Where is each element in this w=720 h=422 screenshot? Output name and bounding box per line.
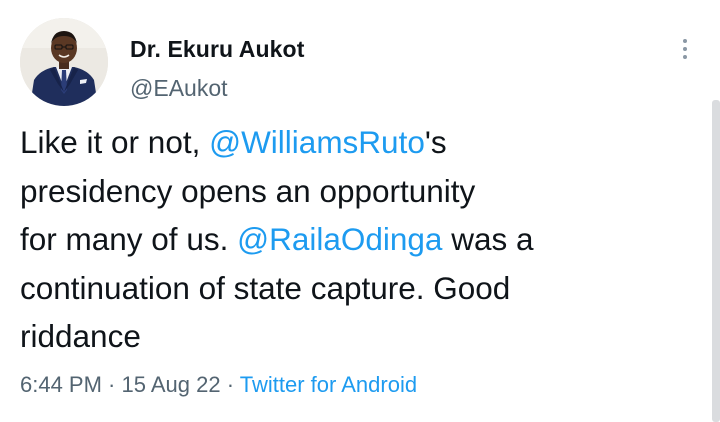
scrollbar[interactable] (712, 100, 720, 422)
mention-link[interactable]: @RailaOdinga (237, 221, 442, 257)
more-options-button[interactable] (672, 34, 698, 64)
author-handle[interactable]: @EAukot (130, 75, 228, 102)
tweet-line: Like it or not, @WilliamsRuto's (20, 124, 447, 160)
tweet-line: riddance (20, 318, 141, 355)
tweet-card: Dr. Ekuru Aukot @EAukot Like it or not, … (0, 0, 720, 422)
meta-separator: · (101, 372, 122, 397)
tweet-text: Like it or not, @WilliamsRuto's presiden… (20, 118, 690, 361)
author-name[interactable]: Dr. Ekuru Aukot (130, 36, 304, 63)
tweet-line: continuation of state capture. Good (20, 269, 511, 306)
tweet-line: presidency opens an opportunity (20, 172, 476, 209)
tweet-time[interactable]: 6:44 PM (20, 372, 102, 397)
avatar[interactable] (20, 18, 108, 106)
more-vertical-icon (683, 39, 687, 43)
mention-link[interactable]: @WilliamsRuto (209, 124, 425, 160)
meta-separator: · (220, 372, 240, 397)
tweet-line: for many of us. @RailaOdinga was a (20, 221, 534, 258)
tweet-date[interactable]: 15 Aug 22 (122, 372, 221, 397)
avatar-image (20, 18, 108, 106)
tweet-source-link[interactable]: Twitter for Android (240, 372, 417, 397)
tweet-meta: 6:44 PM · 15 Aug 22 · Twitter for Androi… (20, 372, 417, 398)
